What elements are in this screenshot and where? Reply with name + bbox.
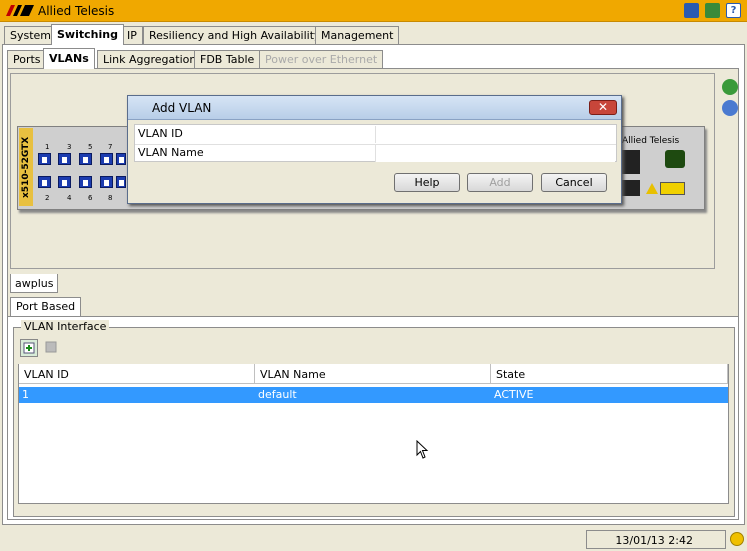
close-icon: ✕	[597, 100, 609, 114]
tab-ip[interactable]: IP	[121, 26, 143, 45]
status-datetime: 13/01/13 2:42	[586, 530, 726, 549]
tab-port-based[interactable]: Port Based	[10, 297, 82, 316]
tab-vlans[interactable]: VLANs	[43, 48, 95, 69]
port-9[interactable]	[116, 153, 126, 165]
port-number: 8	[108, 194, 113, 202]
column-header-state[interactable]: State	[491, 364, 728, 384]
tab-system[interactable]: System	[4, 26, 58, 45]
vlan-table	[18, 364, 729, 504]
cell-vlan-name: default	[258, 388, 297, 401]
column-header-vlan-id[interactable]: VLAN ID	[19, 364, 255, 384]
warning-icon	[646, 183, 658, 194]
tab-switching[interactable]: Switching	[51, 24, 124, 45]
help-button[interactable]: Help	[394, 173, 460, 192]
vlan-name-field[interactable]	[375, 145, 615, 162]
dialog-title: Add VLAN	[152, 101, 212, 115]
dialog-form: VLAN ID VLAN Name	[134, 124, 617, 162]
connection-status-icon	[730, 532, 744, 546]
table-row[interactable]	[19, 387, 728, 403]
port-6[interactable]	[79, 176, 92, 188]
port-number: 1	[45, 143, 50, 151]
delete-vlan-button	[43, 339, 61, 357]
add-vlan-dialog: Add VLAN ✕ VLAN ID VLAN Name Help Add Ca…	[127, 95, 622, 204]
vlan-name-label: VLAN Name	[138, 146, 204, 159]
tab-resiliency[interactable]: Resiliency and High Availability	[143, 26, 327, 45]
cell-state: ACTIVE	[494, 388, 534, 401]
add-icon	[23, 342, 35, 354]
help-icon[interactable]: ?	[726, 3, 741, 18]
port-1[interactable]	[38, 153, 51, 165]
tab-awplus[interactable]: awplus	[10, 274, 59, 293]
delete-icon	[45, 341, 57, 353]
close-button[interactable]: ✕	[589, 100, 617, 115]
save-icon[interactable]	[684, 3, 699, 18]
vlan-interface-title: VLAN Interface	[21, 320, 110, 333]
mouse-cursor-icon	[416, 440, 429, 459]
port-number: 6	[88, 194, 93, 202]
status-led-icon	[665, 150, 685, 168]
port-4[interactable]	[58, 176, 71, 188]
vlan-id-field[interactable]	[375, 126, 615, 143]
sfp-port-icon[interactable]	[620, 150, 640, 174]
tab-link-aggregation[interactable]: Link Aggregation	[97, 50, 203, 69]
info-icon[interactable]	[722, 100, 738, 116]
port-8[interactable]	[100, 176, 113, 188]
port-number: 7	[108, 143, 113, 151]
port-10[interactable]	[116, 176, 126, 188]
export-icon[interactable]	[705, 3, 720, 18]
cell-vlan-id: 1	[22, 388, 29, 401]
port-5[interactable]	[79, 153, 92, 165]
device-model-label: x510-52GTX	[19, 128, 33, 206]
tab-ports[interactable]: Ports	[7, 50, 47, 69]
dialog-title-bar[interactable]: Add VLAN ✕	[128, 96, 621, 120]
column-header-vlan-name[interactable]: VLAN Name	[255, 364, 491, 384]
rating-label-icon	[660, 182, 685, 195]
title-bar: Allied Telesis ?	[0, 0, 747, 22]
add-vlan-button[interactable]	[20, 339, 38, 357]
vlan-id-label: VLAN ID	[138, 127, 183, 140]
port-number: 3	[67, 143, 72, 151]
cancel-button[interactable]: Cancel	[541, 173, 607, 192]
port-3[interactable]	[58, 153, 71, 165]
tab-power-over-ethernet: Power over Ethernet	[259, 50, 384, 69]
port-number: 5	[88, 143, 93, 151]
tab-management[interactable]: Management	[315, 26, 400, 45]
tab-fdb-table[interactable]: FDB Table	[194, 50, 261, 69]
refresh-icon[interactable]	[722, 79, 738, 95]
app-title: Allied Telesis	[38, 4, 115, 18]
device-brand-label: Allied Telesis	[622, 136, 680, 146]
allied-telesis-logo-icon	[6, 5, 34, 16]
sfp-port-icon[interactable]	[620, 180, 640, 196]
port-number: 4	[67, 194, 72, 202]
port-7[interactable]	[100, 153, 113, 165]
port-number: 2	[45, 194, 50, 202]
add-button: Add	[467, 173, 533, 192]
port-2[interactable]	[38, 176, 51, 188]
